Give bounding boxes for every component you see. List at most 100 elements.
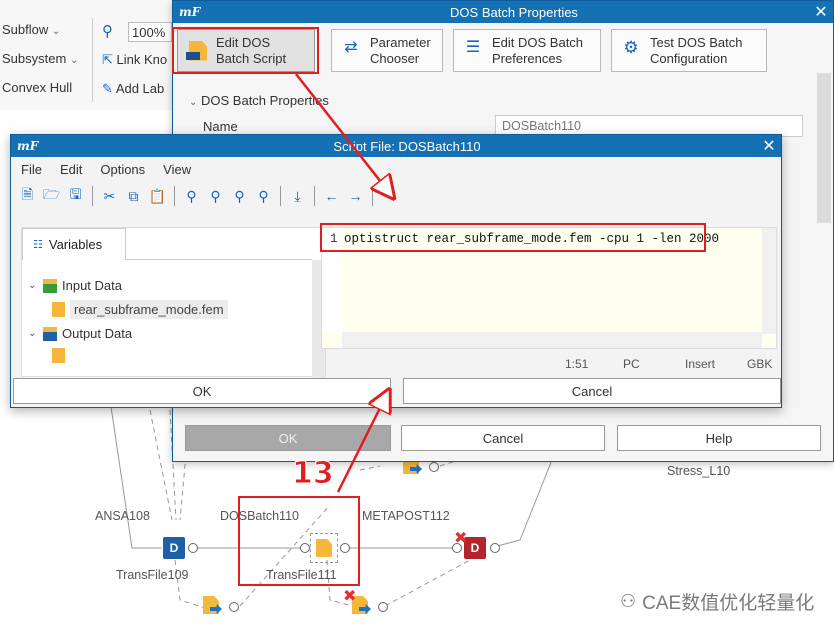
- parameter-chooser-label: Parameter Chooser: [370, 34, 431, 66]
- tab-divider: [126, 259, 312, 260]
- transfile-node[interactable]: D: [163, 537, 185, 559]
- parameter-icon: ⇄: [344, 38, 358, 56]
- toolbar-separator: [92, 186, 93, 206]
- chevron-down-icon: ⌄: [189, 97, 198, 108]
- input-data-label: Input Data: [62, 278, 122, 293]
- app-logo: mF: [179, 5, 201, 19]
- open-folder-icon[interactable]: 🗁: [41, 186, 62, 207]
- gears-icon: ⚙: [623, 37, 639, 57]
- goto-line-icon[interactable]: ⤓: [287, 186, 308, 207]
- tree-item-output-data[interactable]: ⌄ Output Data: [28, 326, 132, 341]
- save-icon[interactable]: 🖫: [65, 186, 86, 207]
- subsystem-menu[interactable]: Subsystem ⌄: [2, 51, 78, 66]
- menu-options[interactable]: Options: [100, 162, 145, 177]
- list-icon: ☷: [33, 239, 43, 251]
- ansa-node-label: ANSA108: [95, 509, 150, 523]
- zoom-field[interactable]: 100%: [128, 22, 172, 42]
- menu-edit[interactable]: Edit: [60, 162, 82, 177]
- menu-view[interactable]: View: [163, 162, 191, 177]
- properties-scrollbar[interactable]: [817, 73, 831, 223]
- close-icon[interactable]: ✕: [809, 2, 833, 22]
- find-previous-icon[interactable]: ⚲: [229, 186, 250, 207]
- menu-file[interactable]: File: [21, 162, 42, 177]
- input-data-icon: [43, 278, 57, 293]
- encoding: GBK: [747, 357, 773, 371]
- error-x-icon: ✖: [343, 588, 357, 605]
- wechat-icon: ⚇: [620, 591, 637, 611]
- highlight-dosbatch-node: [238, 496, 360, 586]
- properties-cancel-button[interactable]: Cancel: [401, 425, 605, 451]
- properties-ok-button[interactable]: OK: [185, 425, 391, 451]
- cut-icon[interactable]: ✂: [99, 186, 120, 207]
- port[interactable]: [490, 543, 500, 553]
- properties-titlebar[interactable]: mF DOS Batch Properties ✕: [173, 1, 833, 23]
- editor-horizontal-scrollbar[interactable]: [342, 332, 762, 348]
- app-logo: mF: [17, 139, 39, 153]
- tree-item-input-data[interactable]: ⌄ Input Data: [28, 278, 122, 293]
- properties-title: DOS Batch Properties: [450, 4, 578, 20]
- highlight-code-line: [320, 223, 706, 252]
- convex-hull-button[interactable]: Convex Hull: [2, 80, 72, 95]
- close-icon[interactable]: ✕: [757, 136, 781, 156]
- subflow-menu[interactable]: Subflow ⌄: [2, 22, 60, 37]
- edit-preferences-button[interactable]: ☰ Edit DOS Batch Preferences: [453, 29, 601, 72]
- step-number: 13: [292, 456, 335, 492]
- script-cancel-button[interactable]: Cancel: [403, 378, 781, 404]
- toolbar-separator: [280, 186, 281, 206]
- port[interactable]: [378, 602, 388, 612]
- error-x-icon: ✖: [454, 530, 468, 547]
- link-knob-button[interactable]: ⇱ Link Kno: [102, 52, 167, 68]
- output-data-label: Output Data: [62, 326, 133, 341]
- add-label-button[interactable]: ✎ Add Lab: [102, 81, 164, 97]
- redo-arrow-icon[interactable]: →: [345, 186, 366, 207]
- test-configuration-button[interactable]: ⚙ Test DOS Batch Configuration: [611, 29, 767, 72]
- preferences-icon: ☰: [465, 38, 481, 56]
- chevron-down-icon: ⌄: [69, 55, 79, 66]
- port[interactable]: [229, 602, 239, 612]
- copy-icon[interactable]: ⧉: [123, 186, 144, 207]
- cursor-position: 1:51: [565, 357, 589, 371]
- file-icon: [52, 348, 65, 363]
- tab-variables-label: Variables: [48, 237, 103, 252]
- menubar: File Edit Options View: [11, 157, 781, 181]
- tab-variables[interactable]: ☷ Variables: [22, 228, 126, 260]
- section-label: DOS Batch Properties: [201, 93, 329, 108]
- script-file-dialog: mF Script File: DOSBatch110 ✕ File Edit …: [10, 134, 782, 408]
- transfile-node-label: TransFile109: [116, 568, 189, 582]
- properties-help-button[interactable]: Help: [617, 425, 821, 451]
- paste-icon[interactable]: 📋: [147, 186, 168, 207]
- script-ok-button[interactable]: OK: [13, 378, 391, 404]
- editor-statusbar: 1:51 PC Insert GBK: [321, 353, 777, 375]
- chevron-down-icon: ⌄: [51, 26, 61, 37]
- undo-arrow-icon[interactable]: ←: [321, 186, 342, 207]
- editor-vertical-scrollbar[interactable]: [762, 228, 776, 334]
- replace-icon[interactable]: ⚲: [253, 186, 274, 207]
- find-icon[interactable]: ⚲: [181, 186, 202, 207]
- variables-pane: ☷ Variables ⌄ Input Data rear_subframe_m…: [21, 227, 326, 378]
- line-ending: PC: [623, 357, 640, 371]
- port[interactable]: [429, 462, 439, 472]
- section-header[interactable]: ⌄ DOS Batch Properties: [189, 93, 329, 108]
- subflow-label: Subflow: [2, 22, 49, 37]
- port[interactable]: [188, 543, 198, 553]
- toolbar-separator: [314, 186, 315, 206]
- stress-node-label: Stress_L10: [667, 464, 731, 478]
- add-label-label: Add Lab: [115, 81, 165, 96]
- script-titlebar[interactable]: mF Script File: DOSBatch110 ✕: [11, 135, 781, 157]
- test-configuration-label: Test DOS Batch Configuration: [650, 34, 743, 66]
- parameter-chooser-button[interactable]: ⇄ Parameter Chooser: [331, 29, 443, 72]
- label-icon: ✎: [102, 81, 113, 96]
- zoom-icon[interactable]: ⚲: [102, 22, 113, 40]
- output-data-icon: [43, 326, 57, 341]
- script-title: Script File: DOSBatch110: [333, 138, 481, 154]
- watermark-text: CAE数值优化轻量化: [642, 593, 815, 614]
- tree-item-input-file[interactable]: rear_subframe_mode.fem: [52, 300, 228, 319]
- new-file-icon[interactable]: 🗎: [17, 186, 38, 207]
- tree-item-output-file[interactable]: [52, 348, 65, 363]
- script-toolbar: 🗎 🗁 🖫 ✂ ⧉ 📋 ⚲ ⚲ ⚲ ⚲ ⤓ ← →: [11, 181, 781, 211]
- find-next-icon[interactable]: ⚲: [205, 186, 226, 207]
- link-knob-label: Link Kno: [116, 52, 168, 67]
- highlight-edit-script: [172, 27, 319, 74]
- watermark: ⚇ CAE数值优化轻量化: [620, 588, 814, 615]
- toolbar-separator: [372, 186, 373, 206]
